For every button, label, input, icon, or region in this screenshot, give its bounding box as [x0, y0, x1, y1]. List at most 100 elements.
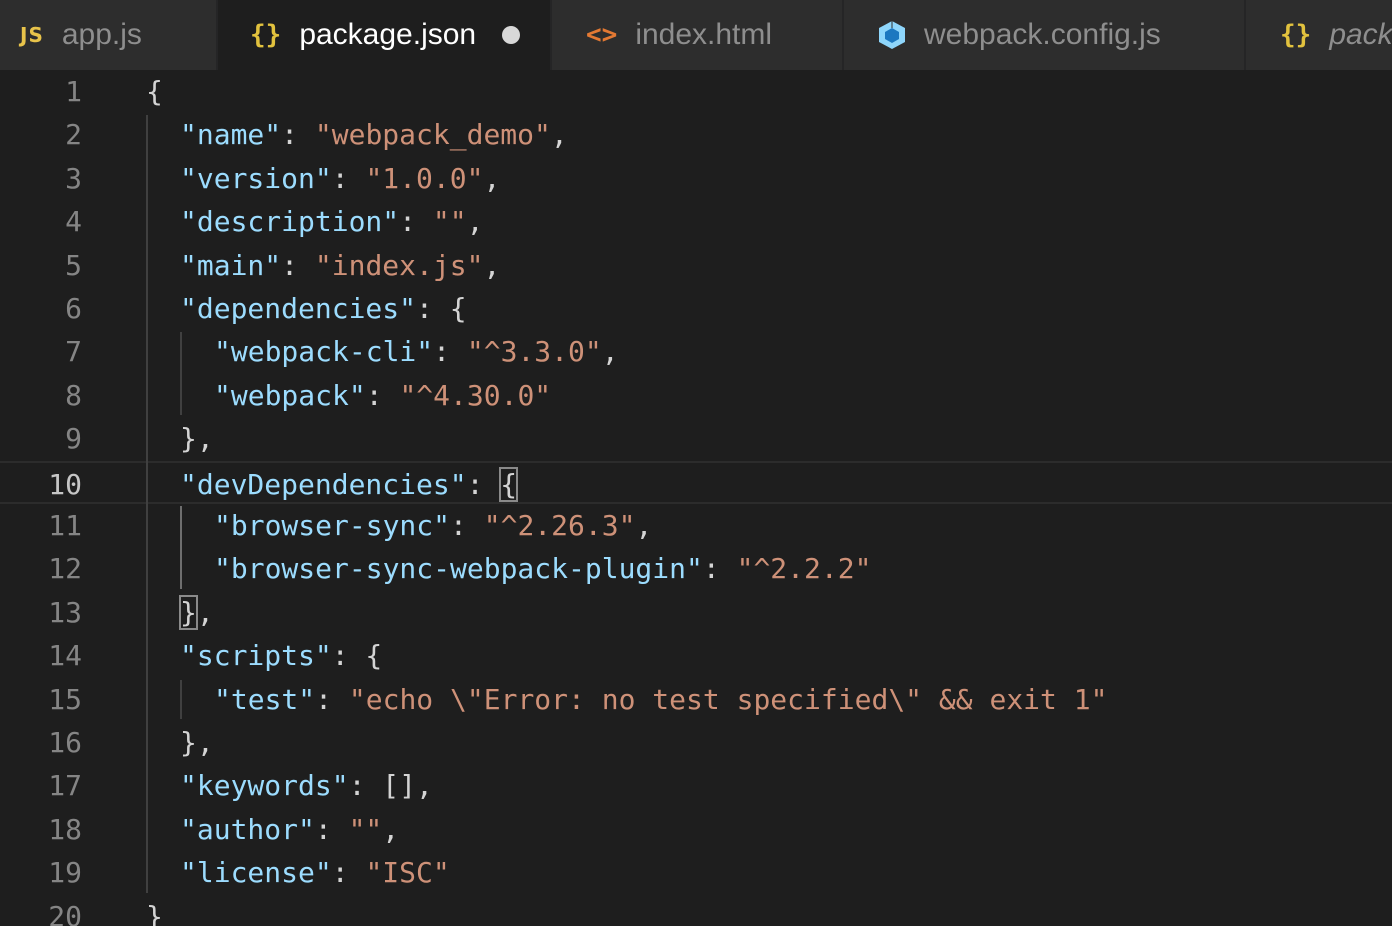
json-string: "" — [432, 205, 467, 239]
indent-guide — [180, 679, 182, 719]
line-number: 17 — [48, 769, 82, 803]
json-key: "license" — [180, 856, 332, 890]
code-line[interactable]: 15 "test": "echo \"Error: no test specifi… — [0, 678, 1392, 721]
json-punctuation: }, — [180, 726, 214, 759]
json-punctuation: : — [365, 378, 400, 412]
json-key: "test" — [214, 682, 316, 716]
code-line[interactable]: 14 "scripts": { — [0, 634, 1392, 677]
html-file-icon: <> — [586, 20, 618, 50]
code-text: }, — [179, 591, 214, 634]
code-text: "name": "webpack_demo", — [180, 113, 568, 156]
code-line[interactable]: 4 "description": "", — [0, 200, 1392, 243]
editor-tab-bar: JS app.js {} package.json <> index.html … — [0, 0, 1392, 70]
json-punctuation: , — [196, 595, 214, 629]
code-text: }, — [180, 721, 214, 764]
line-number: 1 — [65, 75, 82, 108]
tab-package-json-2[interactable]: {} pack — [1246, 0, 1392, 70]
json-punctuation: }, — [180, 422, 214, 456]
indent-guide — [146, 115, 148, 893]
json-punctuation: : { — [331, 639, 383, 673]
json-punctuation: : { — [416, 292, 467, 325]
json-punctuation: , — [483, 248, 501, 282]
json-key: "webpack-cli" — [214, 335, 434, 369]
json-punctuation: : — [702, 552, 737, 586]
code-line[interactable]: 9}, — [0, 417, 1392, 460]
json-string: "echo \"Error: no test specified\" && ex… — [348, 682, 1108, 716]
code-line[interactable]: 18 "author": "", — [0, 808, 1392, 851]
line-number: 16 — [48, 726, 82, 759]
tab-label: pack — [1329, 18, 1392, 51]
unsaved-changes-dot-icon[interactable] — [502, 26, 521, 44]
matched-bracket: { — [499, 466, 519, 502]
json-punctuation: : — [399, 205, 433, 239]
code-text: "main": "index.js", — [180, 244, 500, 287]
line-number: 15 — [48, 682, 82, 716]
code-line[interactable]: 12 "browser-sync-webpack-plugin": "^2.2.2… — [0, 547, 1392, 590]
json-string: "^3.3.0" — [466, 335, 602, 369]
matched-bracket: } — [179, 594, 198, 630]
tab-app-js[interactable]: JS app.js — [0, 0, 218, 70]
code-text: "test": "echo \"Error: no test specified… — [214, 678, 1107, 721]
code-text: { — [146, 70, 163, 113]
code-line[interactable]: 1{ — [0, 70, 1392, 113]
line-number: 9 — [65, 422, 82, 456]
json-punctuation: : — [466, 467, 501, 501]
line-number: 3 — [65, 161, 82, 195]
tab-index-html[interactable]: <> index.html — [552, 0, 844, 70]
json-punctuation: : — [281, 118, 315, 152]
line-number: 5 — [65, 248, 82, 282]
json-key: "version" — [180, 161, 332, 195]
webpack-cube-icon — [878, 20, 906, 50]
json-punctuation: , — [382, 812, 400, 846]
json-string: "^2.2.2" — [736, 552, 872, 586]
code-line[interactable]: 7 "webpack-cli": "^3.3.0", — [0, 330, 1392, 373]
json-string: "webpack_demo" — [314, 118, 551, 152]
code-line[interactable]: 13}, — [0, 591, 1392, 634]
code-line[interactable]: 17 "keywords": [], — [0, 764, 1392, 807]
tab-package-json[interactable]: {} package.json — [218, 0, 552, 70]
json-punctuation: , — [635, 509, 653, 542]
json-punctuation: : [], — [348, 769, 433, 803]
json-key: "scripts" — [180, 639, 332, 673]
code-line[interactable]: 19 "license": "ISC" — [0, 851, 1392, 894]
code-line[interactable]: 20} — [0, 895, 1392, 926]
json-key: "browser-sync" — [214, 509, 451, 542]
code-text: } — [146, 895, 163, 926]
json-key: "description" — [180, 205, 400, 239]
line-number: 20 — [48, 899, 82, 926]
code-text: "browser-sync": "^2.26.3", — [214, 504, 652, 547]
code-line[interactable]: 11 "browser-sync": "^2.26.3", — [0, 504, 1392, 547]
line-number: 8 — [65, 378, 82, 412]
json-punctuation: , — [550, 118, 568, 152]
code-line[interactable]: 3 "version": "1.0.0", — [0, 157, 1392, 200]
code-text: "dependencies": { — [180, 287, 467, 330]
code-line[interactable]: 6 "dependencies": { — [0, 287, 1392, 330]
code-text: "keywords": [], — [180, 764, 433, 807]
code-line[interactable]: 8 "webpack": "^4.30.0" — [0, 374, 1392, 417]
code-editor[interactable]: 1{2 "name": "webpack_demo", 3 "version": "1… — [0, 70, 1392, 926]
code-text: "author": "", — [180, 808, 399, 851]
code-line[interactable]: 2 "name": "webpack_demo", — [0, 113, 1392, 156]
json-string: "^4.30.0" — [399, 378, 552, 412]
json-key: "author" — [180, 812, 315, 846]
json-punctuation: , — [466, 205, 484, 239]
json-string: "^2.26.3" — [483, 509, 636, 542]
json-punctuation: : — [281, 248, 315, 282]
json-key: "main" — [180, 248, 282, 282]
line-number: 14 — [48, 639, 82, 673]
line-number: 13 — [48, 595, 82, 629]
json-key: "name" — [180, 118, 282, 152]
code-line[interactable]: 16}, — [0, 721, 1392, 764]
json-key: "browser-sync-webpack-plugin" — [214, 552, 703, 586]
json-punctuation: } — [146, 899, 163, 926]
code-text: "description": "", — [180, 200, 483, 243]
code-line[interactable]: 5 "main": "index.js", — [0, 244, 1392, 287]
line-number: 11 — [48, 509, 82, 542]
json-string: "index.js" — [314, 248, 484, 282]
json-punctuation: : — [450, 509, 484, 542]
code-text: "scripts": { — [180, 634, 382, 677]
tab-webpack-config-js[interactable]: webpack.config.js — [844, 0, 1246, 70]
code-line[interactable]: 10 "devDependencies": { — [0, 460, 1392, 504]
json-punctuation: : — [314, 812, 349, 846]
tab-label: app.js — [61, 18, 142, 51]
